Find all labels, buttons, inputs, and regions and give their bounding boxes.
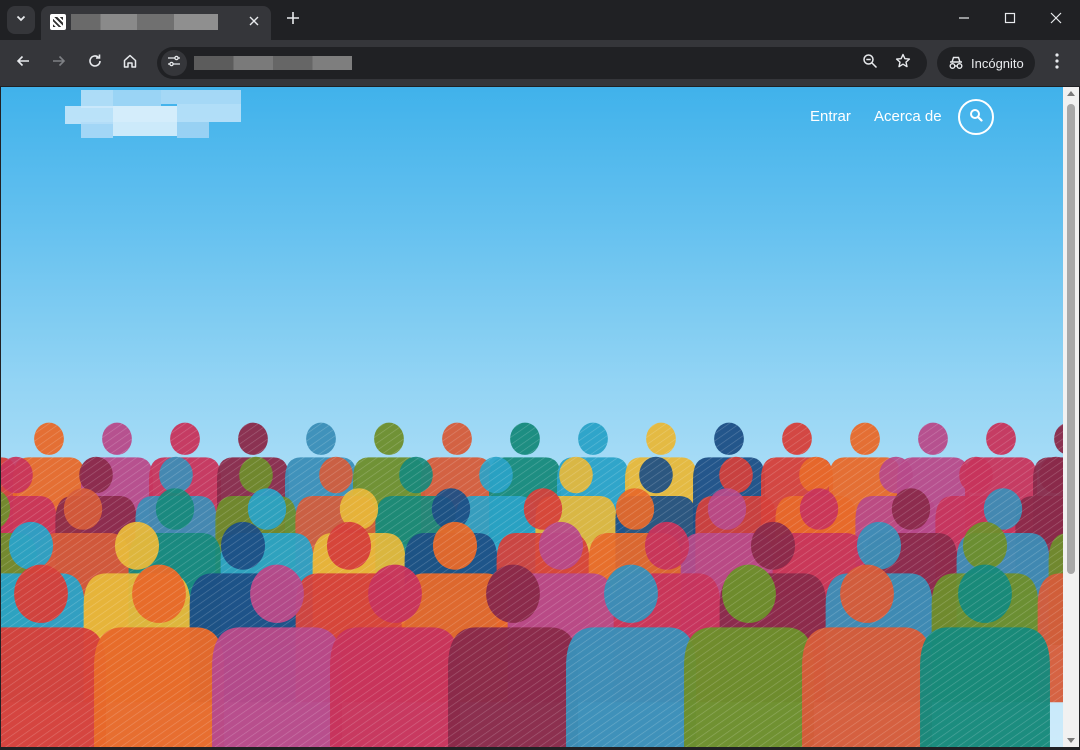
nav-about-link[interactable]: Acerca de	[874, 108, 942, 125]
close-icon	[249, 13, 259, 31]
address-bar[interactable]	[157, 47, 927, 79]
incognito-icon	[948, 55, 964, 71]
page-viewport: Entrar Acerca de crowd-of-colorful-peopl…	[1, 87, 1063, 747]
scroll-up-arrow-icon[interactable]	[1067, 91, 1075, 96]
reload-icon	[87, 53, 103, 74]
forward-button[interactable]	[44, 48, 74, 78]
page-scrollbar[interactable]	[1063, 87, 1079, 747]
zoom-button[interactable]	[858, 51, 882, 75]
back-button[interactable]	[8, 48, 38, 78]
nav-login-link[interactable]: Entrar	[810, 108, 851, 125]
chevron-down-icon	[15, 11, 27, 29]
minimize-icon	[958, 11, 970, 29]
browser-toolbar: Incógnito	[0, 40, 1080, 86]
site-favicon-icon	[50, 14, 66, 30]
zoom-out-icon	[862, 53, 878, 74]
tab-title-redacted	[71, 14, 218, 30]
site-logo[interactable]	[65, 90, 242, 138]
scrollbar-thumb[interactable]	[1067, 104, 1075, 574]
new-tab-button[interactable]	[281, 8, 305, 32]
tab-search-button[interactable]	[7, 6, 35, 34]
kebab-menu-icon	[1055, 52, 1059, 74]
back-arrow-icon	[15, 53, 31, 74]
active-tab[interactable]	[41, 6, 271, 40]
site-search-button[interactable]	[958, 99, 994, 135]
url-redacted	[194, 56, 352, 70]
star-icon	[895, 53, 911, 74]
maximize-icon	[1004, 11, 1016, 29]
site-info-button[interactable]	[161, 50, 187, 76]
minimize-button[interactable]	[941, 0, 987, 40]
close-window-button[interactable]	[1033, 0, 1079, 40]
incognito-label: Incógnito	[971, 55, 1024, 71]
search-icon	[969, 108, 983, 127]
scroll-down-arrow-icon[interactable]	[1067, 738, 1075, 743]
home-button[interactable]	[115, 48, 145, 78]
browser-window: Incógnito Entrar Acerca de	[0, 0, 1080, 750]
browser-menu-button[interactable]	[1045, 48, 1069, 78]
plus-icon	[286, 11, 300, 30]
reload-button[interactable]	[80, 48, 110, 78]
maximize-button[interactable]	[987, 0, 1033, 40]
tune-icon	[167, 54, 181, 73]
tab-strip	[0, 0, 1080, 40]
tab-close-button[interactable]	[245, 13, 263, 31]
close-icon	[1050, 11, 1062, 29]
bookmark-button[interactable]	[891, 51, 915, 75]
forward-arrow-icon	[51, 53, 67, 74]
incognito-indicator[interactable]: Incógnito	[937, 47, 1035, 79]
crowd-illustration	[1, 422, 1063, 747]
home-icon	[122, 53, 138, 74]
